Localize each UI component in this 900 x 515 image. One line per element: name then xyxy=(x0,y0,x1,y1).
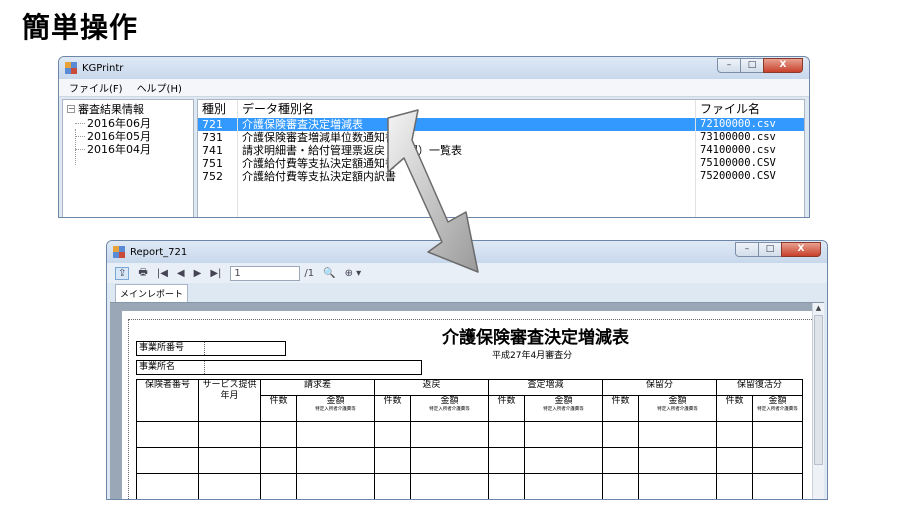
menu-help[interactable]: ヘルプ(H) xyxy=(137,80,182,95)
binoculars-icon[interactable]: 🔍 xyxy=(323,268,335,279)
prev-page-icon[interactable]: ◀ xyxy=(177,268,185,279)
list-row[interactable]: 752 介護給付費等支払決定額内訳書 75200000.CSV xyxy=(198,170,804,183)
report-table: 保険者番号 サービス提供年月 請求差 返戻 査定増減 保留分 保留復活分 件数 … xyxy=(136,379,803,499)
header-file[interactable]: ファイル名 xyxy=(696,100,804,118)
office-name-label: 事業所名 xyxy=(137,361,205,374)
page-heading: 簡単操作 xyxy=(22,11,139,44)
row-file: 73100000.csv xyxy=(700,131,776,143)
close-button[interactable]: X xyxy=(763,58,803,73)
office-name-field: 事業所名 xyxy=(136,360,422,375)
last-page-icon[interactable]: ▶| xyxy=(210,268,221,279)
close-button[interactable]: X xyxy=(781,242,821,257)
report-title: 介護保険審査決定増減表 xyxy=(442,328,629,348)
group-header: 請求差 xyxy=(260,379,375,396)
row-code: 731 xyxy=(198,131,238,144)
row-file: 72100000.csv xyxy=(700,118,776,130)
report-page: 介護保険審査決定増減表 平成27年4月審査分 事業所番号 事業所名 保険者番号 xyxy=(122,311,818,499)
count-header: 件数 xyxy=(260,395,297,422)
menu-bar: ファイル(F) ヘルプ(H) xyxy=(59,79,809,97)
amount-header: 金額 特定入所者介護費等 xyxy=(296,395,375,422)
list-row[interactable]: 721 介護保険審査決定増減表 72100000.csv xyxy=(198,118,804,131)
row-code: 741 xyxy=(198,144,238,157)
list-row[interactable]: 731 介護保険審査増減単位数通知書 73100000.csv xyxy=(198,131,804,144)
collapse-icon[interactable]: − xyxy=(67,105,75,113)
row-code: 721 xyxy=(198,118,238,131)
report-subtitle: 平成27年4月審査分 xyxy=(492,351,573,361)
group-header: 返戻 xyxy=(374,379,489,396)
amount-header: 金額 特定入所者介護費等 xyxy=(524,395,603,422)
report-canvas: 介護保険審査決定増減表 平成27年4月審査分 事業所番号 事業所名 保険者番号 xyxy=(110,302,824,499)
list-row[interactable]: 751 介護給付費等支払決定額通知書 75100000.CSV xyxy=(198,157,804,170)
row-code: 751 xyxy=(198,157,238,170)
app-icon xyxy=(113,246,125,258)
tree-view: − 審査結果情報 2016年06月 2016年05月 2016年04月 xyxy=(62,99,194,217)
group-header: 査定増減 xyxy=(488,379,603,396)
col-insurer: 保険者番号 xyxy=(136,379,199,422)
maximize-button[interactable]: □ xyxy=(758,242,782,257)
export-icon[interactable]: ⇪ xyxy=(115,266,130,280)
office-number-field: 事業所番号 xyxy=(136,341,286,356)
next-page-icon[interactable]: ▶ xyxy=(194,268,202,279)
count-header: 件数 xyxy=(716,395,753,422)
group-header: 保留分 xyxy=(602,379,717,396)
row-file: 75100000.CSV xyxy=(700,157,776,169)
list-empty-area xyxy=(198,183,804,217)
office-number-label: 事業所番号 xyxy=(137,342,205,355)
tree-root-label: 審査結果情報 xyxy=(78,103,144,116)
header-code[interactable]: 種別 xyxy=(198,100,238,118)
tree-item-2016-05[interactable]: 2016年05月 xyxy=(67,130,193,143)
window-title: Report_721 xyxy=(130,246,188,258)
table-row xyxy=(136,421,803,448)
row-file: 74100000.csv xyxy=(700,144,776,156)
zoom-icon[interactable]: ⊕ ▾ xyxy=(345,268,362,279)
app-icon xyxy=(65,62,77,74)
count-header: 件数 xyxy=(602,395,639,422)
list-row[interactable]: 741 請求明細書・給付管理票返戻（保留）一覧表 74100000.csv xyxy=(198,144,804,157)
row-code: 752 xyxy=(198,170,238,183)
page-total: /1 xyxy=(304,267,315,279)
maximize-button[interactable]: □ xyxy=(740,58,764,73)
count-header: 件数 xyxy=(374,395,411,422)
minimize-button[interactable]: – xyxy=(735,242,759,257)
row-file: 75200000.CSV xyxy=(700,170,776,182)
amount-header: 金額 特定入所者介護費等 xyxy=(410,395,489,422)
first-page-icon[interactable]: |◀ xyxy=(157,268,168,279)
table-row xyxy=(136,447,803,474)
tab-main-report[interactable]: メインレポート xyxy=(115,284,189,302)
window-title: KGPrintr xyxy=(82,62,124,74)
menu-file[interactable]: ファイル(F) xyxy=(69,80,123,95)
count-header: 件数 xyxy=(488,395,525,422)
tree-item-2016-06[interactable]: 2016年06月 xyxy=(67,117,193,130)
pointer-arrow-icon xyxy=(387,109,479,273)
amount-header: 金額 特定入所者介護費等 xyxy=(752,395,803,422)
title-bar[interactable]: KGPrintr – □ X xyxy=(59,57,809,79)
group-header: 保留復活分 xyxy=(716,379,803,396)
amount-header: 金額 特定入所者介護費等 xyxy=(638,395,717,422)
minimize-button[interactable]: – xyxy=(717,58,741,73)
list-header: 種別 データ種別名 ファイル名 xyxy=(198,100,804,118)
page-number-input[interactable]: 1 xyxy=(230,265,301,281)
data-list: 種別 データ種別名 ファイル名 721 介護保険審査決定増減表 72100000… xyxy=(197,99,805,217)
print-icon[interactable]: 🖶 xyxy=(138,265,147,282)
col-service: サービス提供年月 xyxy=(198,379,261,422)
scroll-thumb[interactable] xyxy=(814,315,823,465)
scroll-up-icon[interactable]: ▲ xyxy=(813,303,824,314)
tree-item-2016-04[interactable]: 2016年04月 xyxy=(67,143,193,156)
vertical-scrollbar[interactable]: ▲ xyxy=(812,303,824,499)
table-row xyxy=(136,473,803,499)
tree-root[interactable]: − 審査結果情報 xyxy=(67,101,193,117)
